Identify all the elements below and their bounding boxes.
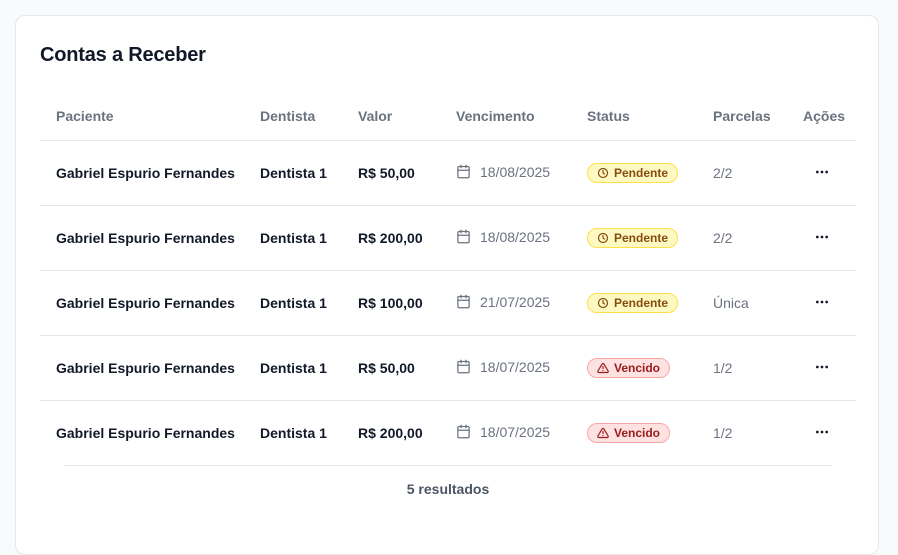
- cell-vencimento: 18/08/2025: [440, 205, 571, 271]
- row-actions-button[interactable]: [808, 159, 836, 187]
- more-horizontal-icon: [814, 359, 830, 378]
- cell-valor: R$ 200,00: [342, 205, 440, 271]
- row-actions-button[interactable]: [808, 224, 836, 252]
- cell-acoes: [787, 140, 856, 206]
- receivables-card: Contas a Receber Paciente Dentista Valor…: [15, 15, 879, 555]
- more-horizontal-icon: [814, 294, 830, 313]
- table-row[interactable]: Gabriel Espurio Fernandes Dentista 1 R$ …: [40, 270, 856, 336]
- calendar-icon: [456, 294, 471, 309]
- column-header-parcelas: Parcelas: [697, 92, 787, 141]
- row-actions-button[interactable]: [808, 289, 836, 317]
- due-date: 18/08/2025: [480, 228, 551, 245]
- due-date: 18/07/2025: [480, 358, 551, 375]
- clock-icon: [597, 167, 609, 179]
- cell-dentista: Dentista 1: [244, 140, 342, 206]
- row-actions-button[interactable]: [808, 419, 836, 447]
- cell-paciente: Gabriel Espurio Fernandes: [40, 140, 244, 206]
- status-badge: Pendente: [587, 293, 679, 313]
- cell-acoes: [787, 270, 856, 336]
- clock-icon: [597, 297, 609, 309]
- cell-parcelas: 1/2: [697, 335, 787, 401]
- cell-parcelas: 2/2: [697, 140, 787, 206]
- cell-acoes: [787, 401, 856, 466]
- calendar-icon: [456, 164, 471, 179]
- cell-paciente: Gabriel Espurio Fernandes: [40, 335, 244, 401]
- status-label: Vencido: [614, 361, 661, 375]
- cell-status: Pendente: [571, 205, 697, 271]
- status-badge: Vencido: [587, 358, 671, 378]
- table-row[interactable]: Gabriel Espurio Fernandes Dentista 1 R$ …: [40, 205, 856, 271]
- cell-dentista: Dentista 1: [244, 270, 342, 336]
- calendar-icon: [456, 229, 471, 244]
- cell-acoes: [787, 205, 856, 271]
- cell-status: Vencido: [571, 335, 697, 401]
- due-date: 21/07/2025: [480, 293, 551, 310]
- cell-paciente: Gabriel Espurio Fernandes: [40, 270, 244, 336]
- cell-status: Vencido: [571, 401, 697, 466]
- table-header-row: Paciente Dentista Valor Vencimento Statu…: [40, 92, 856, 141]
- table-row[interactable]: Gabriel Espurio Fernandes Dentista 1 R$ …: [40, 140, 856, 206]
- cell-dentista: Dentista 1: [244, 205, 342, 271]
- clock-icon: [597, 232, 609, 244]
- cell-paciente: Gabriel Espurio Fernandes: [40, 205, 244, 271]
- cell-vencimento: 18/08/2025: [440, 140, 571, 206]
- cell-dentista: Dentista 1: [260, 425, 327, 441]
- due-date: 18/07/2025: [480, 423, 551, 440]
- page-title: Contas a Receber: [40, 44, 206, 66]
- cell-dentista: Dentista 1: [244, 335, 342, 401]
- table-row[interactable]: Gabriel Espurio Fernandes Dentista 1 R$ …: [40, 335, 856, 401]
- status-label: Vencido: [614, 426, 661, 440]
- cell-valor: R$ 50,00: [342, 140, 440, 206]
- cell-valor: R$ 100,00: [342, 270, 440, 336]
- more-horizontal-icon: [814, 229, 830, 248]
- cell-paciente: Gabriel Espurio Fernandes: [56, 425, 235, 441]
- calendar-icon: [456, 359, 471, 374]
- cell-status: Pendente: [571, 140, 697, 206]
- more-horizontal-icon: [814, 164, 830, 183]
- status-badge: Pendente: [587, 163, 679, 183]
- cell-parcelas: Única: [697, 270, 787, 336]
- cell-parcelas: 2/2: [697, 205, 787, 271]
- status-label: Pendente: [614, 166, 669, 180]
- status-badge: Pendente: [587, 228, 679, 248]
- receivables-table: Paciente Dentista Valor Vencimento Statu…: [40, 92, 856, 465]
- cell-valor: R$ 200,00: [358, 425, 423, 441]
- table-row[interactable]: Gabriel Espurio Fernandes Dentista 1 R$ …: [40, 401, 856, 466]
- column-header-paciente: Paciente: [40, 92, 244, 141]
- cell-valor: R$ 50,00: [342, 335, 440, 401]
- column-header-valor: Valor: [342, 92, 440, 141]
- alert-triangle-icon: [597, 362, 609, 374]
- cell-status: Pendente: [571, 270, 697, 336]
- cell-vencimento: 18/07/2025: [440, 335, 571, 401]
- results-count: 5 resultados: [406, 481, 490, 497]
- footer-divider: [64, 465, 832, 466]
- cell-vencimento: 18/07/2025: [440, 401, 571, 466]
- cell-parcelas: 1/2: [713, 425, 733, 441]
- due-date: 18/08/2025: [480, 163, 551, 180]
- status-badge: Vencido: [587, 423, 671, 443]
- more-horizontal-icon: [814, 424, 830, 443]
- row-actions-button[interactable]: [808, 354, 836, 382]
- status-label: Pendente: [614, 296, 669, 310]
- column-header-status: Status: [571, 92, 697, 141]
- cell-acoes: [787, 335, 856, 401]
- column-header-acoes: Ações: [787, 92, 856, 141]
- alert-triangle-icon: [597, 427, 609, 439]
- status-label: Pendente: [614, 231, 669, 245]
- cell-vencimento: 21/07/2025: [440, 270, 571, 336]
- column-header-vencimento: Vencimento: [440, 92, 571, 141]
- column-header-dentista: Dentista: [244, 92, 342, 141]
- calendar-icon: [456, 424, 471, 439]
